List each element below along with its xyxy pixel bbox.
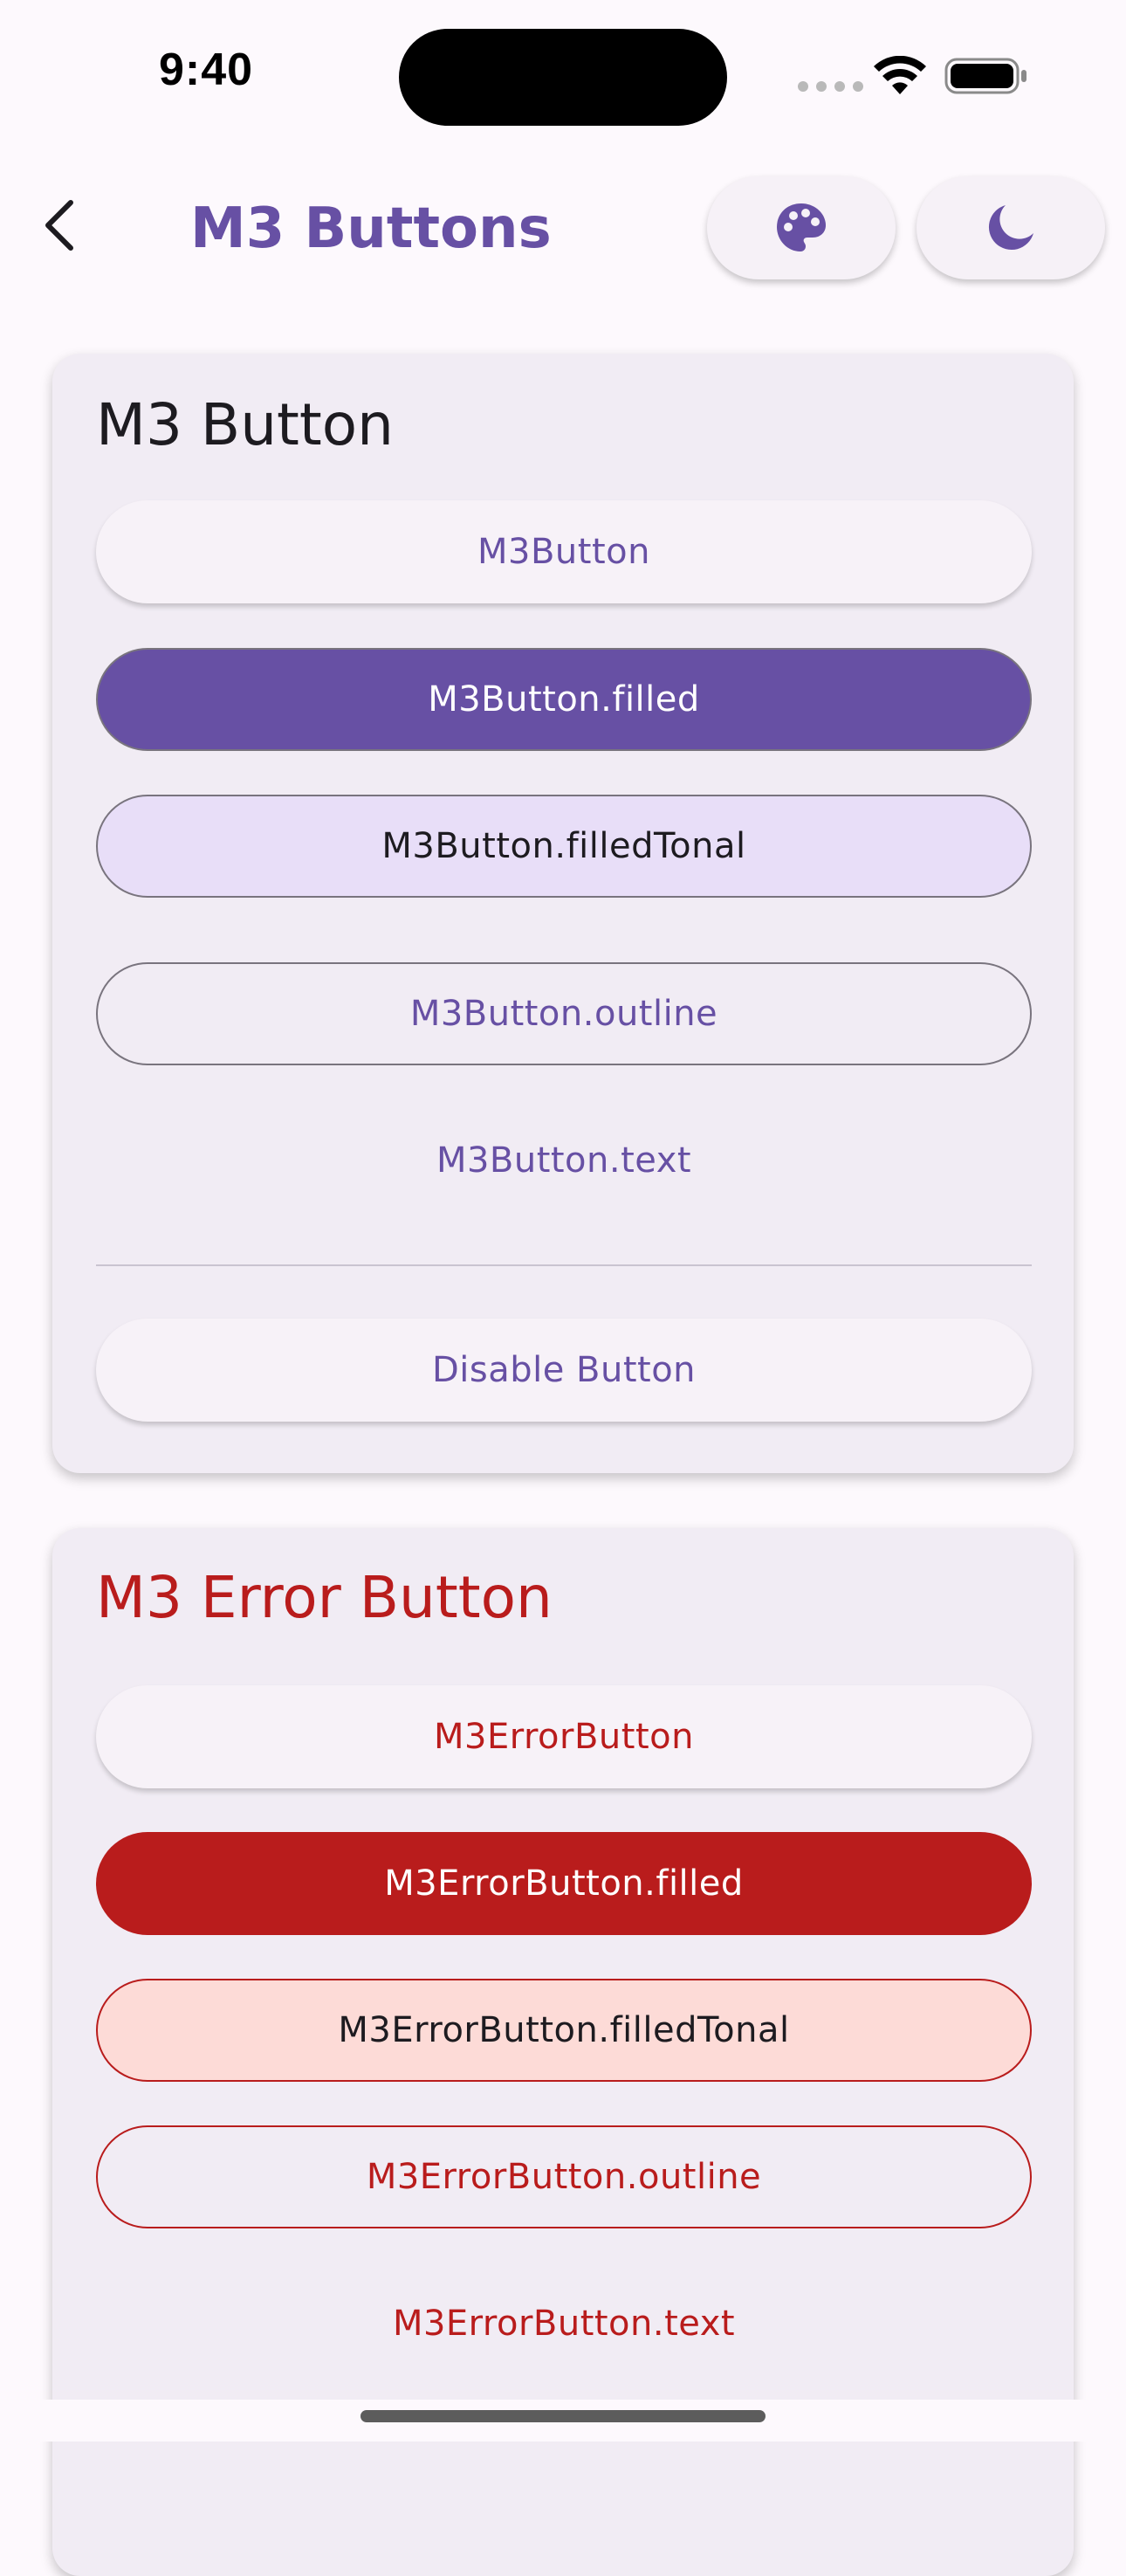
divider xyxy=(96,1264,1032,1266)
m3-error-button-outline[interactable]: M3ErrorButton.outline xyxy=(96,2125,1032,2228)
theme-toggle-button[interactable] xyxy=(917,176,1105,279)
m3-button[interactable]: M3Button xyxy=(96,500,1032,603)
section-title: M3 Error Button xyxy=(96,1564,553,1631)
wifi-icon xyxy=(874,56,926,94)
m3-button-outline[interactable]: M3Button.outline xyxy=(96,962,1032,1065)
moon-icon xyxy=(988,205,1033,251)
m3-error-button-filled-tonal[interactable]: M3ErrorButton.filledTonal xyxy=(96,1979,1032,2082)
palette-icon xyxy=(777,203,826,251)
m3-button-filled[interactable]: M3Button.filled xyxy=(96,648,1032,751)
m3-button-card: M3 Button M3Button M3Button.filled M3But… xyxy=(52,354,1074,1473)
disable-button[interactable]: Disable Button xyxy=(96,1319,1032,1422)
m3-button-filled-tonal[interactable]: M3Button.filledTonal xyxy=(96,795,1032,898)
section-title: M3 Button xyxy=(96,391,394,458)
m3-error-button[interactable]: M3ErrorButton xyxy=(96,1685,1032,1788)
chevron-left-icon xyxy=(45,200,73,251)
home-indicator[interactable] xyxy=(360,2410,766,2422)
cellular-signal-icon xyxy=(798,81,863,92)
palette-button[interactable] xyxy=(707,176,896,279)
battery-icon xyxy=(944,58,1026,94)
m3-error-button-filled[interactable]: M3ErrorButton.filled xyxy=(96,1832,1032,1935)
status-time: 9:40 xyxy=(159,45,254,95)
back-button[interactable] xyxy=(24,190,94,260)
page-title: M3 Buttons xyxy=(190,196,552,261)
dynamic-island xyxy=(399,29,727,126)
m3-button-text[interactable]: M3Button.text xyxy=(96,1109,1032,1212)
m3-error-button-text[interactable]: M3ErrorButton.text xyxy=(96,2272,1032,2375)
